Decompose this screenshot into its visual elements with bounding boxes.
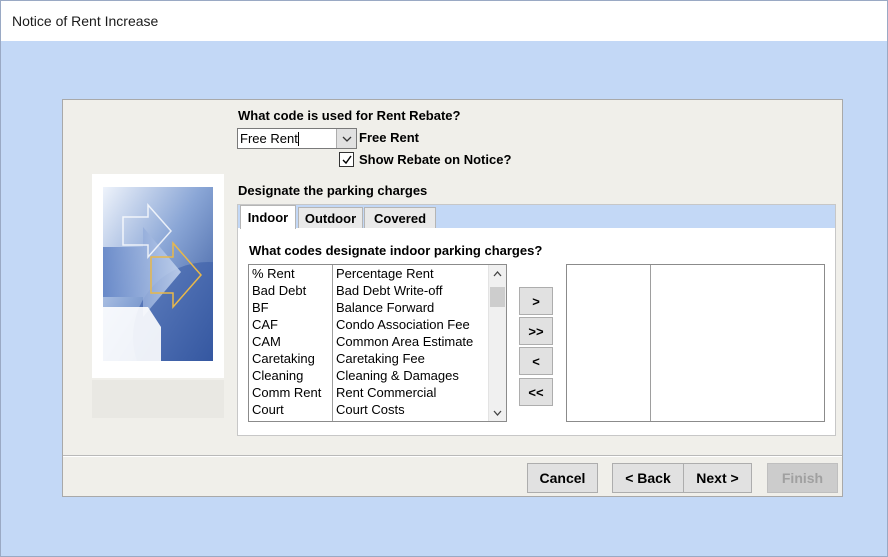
wizard-illustration xyxy=(92,174,224,378)
cancel-button[interactable]: Cancel xyxy=(527,463,598,493)
code-cell: % Rent xyxy=(252,266,295,281)
list-item[interactable]: % Rent Percentage Rent xyxy=(249,265,489,282)
code-cell: CAM xyxy=(252,334,281,349)
list-item[interactable]: Caretaking Caretaking Fee xyxy=(249,350,489,367)
rebate-code-combobox[interactable]: Free Rent xyxy=(237,128,357,149)
code-cell: BF xyxy=(252,300,269,315)
list-item[interactable]: Cleaning Cleaning & Damages xyxy=(249,367,489,384)
remove-code-button[interactable]: < xyxy=(519,347,553,375)
list-item[interactable]: CAF Condo Association Fee xyxy=(249,316,489,333)
finish-button[interactable]: Finish xyxy=(767,463,838,493)
add-code-button[interactable]: > xyxy=(519,287,553,315)
code-cell: Comm Rent xyxy=(252,385,322,400)
add-all-codes-button[interactable]: >> xyxy=(519,317,553,345)
show-rebate-label[interactable]: Show Rebate on Notice? xyxy=(359,152,511,167)
rebate-code-description: Free Rent xyxy=(359,130,419,145)
list-item[interactable]: BF Balance Forward xyxy=(249,299,489,316)
code-cell: Court xyxy=(252,402,284,417)
code-cell: Caretaking xyxy=(252,351,315,366)
list-item[interactable]: Comm Rent Rent Commercial xyxy=(249,384,489,401)
description-cell: Condo Association Fee xyxy=(336,317,470,332)
description-cell: Cleaning & Damages xyxy=(336,368,459,383)
chevron-down-icon xyxy=(342,136,351,142)
back-button[interactable]: < Back xyxy=(612,463,684,493)
show-rebate-checkbox[interactable] xyxy=(339,152,354,167)
list-item[interactable]: Bad Debt Bad Debt Write-off xyxy=(249,282,489,299)
description-cell: Common Area Estimate xyxy=(336,334,474,349)
parking-tabstrip: Indoor Outdoor Covered xyxy=(238,205,835,229)
list-scrollbar[interactable] xyxy=(488,265,506,421)
list-item[interactable]: CAM Common Area Estimate xyxy=(249,333,489,350)
window-title: Notice of Rent Increase xyxy=(12,13,159,29)
remove-all-codes-button[interactable]: << xyxy=(519,378,553,406)
text-caret xyxy=(298,132,299,146)
description-cell: Caretaking Fee xyxy=(336,351,425,366)
rebate-code-value: Free Rent xyxy=(240,131,298,146)
list-item[interactable]: Court Court Costs xyxy=(249,401,489,418)
wizard-window: Notice of Rent Increase What code is use… xyxy=(0,0,888,557)
wizard-arrow-graphic xyxy=(103,187,213,361)
code-cell: Bad Debt xyxy=(252,283,307,298)
next-button[interactable]: Next > xyxy=(683,463,752,493)
indoor-parking-prompt: What codes designate indoor parking char… xyxy=(249,243,543,258)
code-cell: CAF xyxy=(252,317,278,332)
title-bar: Notice of Rent Increase xyxy=(1,1,887,41)
rebate-question-label: What code is used for Rent Rebate? xyxy=(238,108,461,123)
parking-heading: Designate the parking charges xyxy=(238,183,428,198)
tab-outdoor[interactable]: Outdoor xyxy=(298,207,363,228)
chevron-up-icon xyxy=(493,270,502,276)
column-divider xyxy=(650,265,651,421)
combobox-dropdown-button[interactable] xyxy=(336,129,356,148)
description-cell: Percentage Rent xyxy=(336,266,434,281)
description-cell: Bad Debt Write-off xyxy=(336,283,443,298)
scroll-up-button[interactable] xyxy=(489,265,506,282)
selected-codes-list[interactable] xyxy=(566,264,825,422)
chevron-down-icon xyxy=(493,410,502,416)
description-cell: Rent Commercial xyxy=(336,385,437,400)
checkmark-icon xyxy=(342,155,352,164)
description-cell: Court Costs xyxy=(336,402,405,417)
illustration-shadow xyxy=(92,380,224,418)
footer-divider-highlight xyxy=(63,456,842,457)
code-cell: Cleaning xyxy=(252,368,304,383)
scroll-down-button[interactable] xyxy=(489,404,506,421)
available-codes-list[interactable]: % Rent Percentage Rent Bad Debt Bad Debt W… xyxy=(248,264,507,422)
tab-indoor[interactable]: Indoor xyxy=(240,205,296,229)
description-cell: Balance Forward xyxy=(336,300,435,315)
tab-covered[interactable]: Covered xyxy=(364,207,436,228)
scroll-thumb[interactable] xyxy=(490,287,505,307)
